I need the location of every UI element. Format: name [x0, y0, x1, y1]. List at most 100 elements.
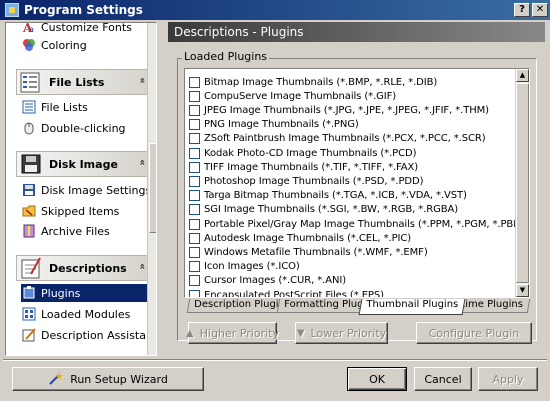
plugin-list-item[interactable]: Windows Metafile Thumbnails (*.WMF, *.EM…: [189, 245, 428, 259]
cancel-button[interactable]: Cancel: [414, 367, 472, 391]
plugin-list-item[interactable]: Bitmap Image Thumbnails (*.BMP, *.RLE, *…: [189, 75, 437, 89]
svg-text:a: a: [29, 25, 34, 34]
group-header-descriptions[interactable]: Descriptions «: [16, 255, 152, 281]
plugin-label: Targa Bitmap Thumbnails (*.TGA, *.ICB, *…: [204, 190, 467, 202]
plugin-checkbox[interactable]: [189, 232, 200, 244]
plugin-label: Photoshop Image Thumbnails (*.PSD, *.PDD…: [204, 175, 424, 187]
close-button[interactable]: ✕: [532, 3, 548, 17]
plugin-checkbox[interactable]: [189, 275, 200, 287]
plugin-checkbox[interactable]: [189, 147, 200, 159]
apply-button[interactable]: Apply: [478, 367, 538, 391]
disk-image-icon: [19, 152, 43, 176]
nav-item-file-lists[interactable]: File Lists: [22, 98, 146, 116]
plugin-list[interactable]: Bitmap Image Thumbnails (*.BMP, *.RLE, *…: [184, 68, 530, 298]
groupbox-label: Loaded Plugins: [182, 50, 270, 63]
plugin-checkbox[interactable]: [189, 289, 200, 297]
plugin-list-item[interactable]: Targa Bitmap Thumbnails (*.TGA, *.ICB, *…: [189, 189, 467, 203]
settings-navigation: Aa Customize Fonts Coloring File Lists «…: [5, 22, 157, 356]
plugin-list-item[interactable]: Icon Images (*.ICO): [189, 260, 300, 274]
font-icon: Aa: [22, 23, 36, 35]
color-palette-icon: [22, 38, 36, 52]
arrow-down-icon: ▼: [296, 327, 305, 339]
plugin-list-item[interactable]: TIFF Image Thumbnails (*.TIF, *.TIFF, *.…: [189, 160, 418, 174]
scroll-up-icon[interactable]: ▲: [516, 69, 529, 82]
scroll-down-icon[interactable]: ▼: [516, 284, 529, 297]
wizard-icon: [48, 371, 64, 388]
plugin-label: Portable Pixel/Gray Map Image Thumbnails…: [204, 218, 526, 230]
nav-item-plugins[interactable]: Plugins: [21, 284, 149, 302]
plugin-label: Cursor Images (*.CUR, *.ANI): [204, 275, 346, 287]
plugin-list-scrollbar-thumb[interactable]: [516, 83, 529, 283]
plugin-list-item[interactable]: SGI Image Thumbnails (*.SGI, *.BW, *.RGB…: [189, 203, 458, 217]
plugin-checkbox[interactable]: [189, 204, 200, 216]
plugin-checkbox[interactable]: [189, 104, 200, 116]
nav-item-loaded-modules[interactable]: Loaded Modules: [22, 305, 146, 323]
navigation-scrollbar-thumb[interactable]: [149, 143, 156, 233]
title-bar: Program Settings ? ✕: [0, 0, 550, 20]
archive-icon: [22, 224, 36, 238]
plugin-checkbox[interactable]: [189, 175, 200, 187]
plugin-list-item[interactable]: Encapsulated PostScript Files (*.EPS): [189, 288, 384, 298]
plugin-label: TIFF Image Thumbnails (*.TIF, *.TIFF, *.…: [204, 161, 419, 173]
skipped-items-icon: [22, 204, 36, 218]
higher-priority-button[interactable]: ▲ Higher Priority: [186, 322, 279, 344]
plugin-list-item[interactable]: CompuServe Image Thumbnails (*.GIF): [189, 89, 396, 103]
plugin-label: SGI Image Thumbnails (*.SGI, *.BW, *.RGB…: [204, 204, 459, 216]
help-button[interactable]: ?: [514, 3, 530, 17]
plugin-checkbox[interactable]: [189, 119, 200, 131]
collapse-chevron-icon[interactable]: «: [136, 77, 147, 83]
plugin-checkbox[interactable]: [189, 218, 200, 230]
plugin-list-item[interactable]: ZSoft Paintbrush Image Thumbnails (*.PCX…: [189, 132, 486, 146]
plugin-list-item[interactable]: Portable Pixel/Gray Map Image Thumbnails…: [189, 217, 526, 231]
window-title: Program Settings: [24, 3, 143, 17]
plugin-list-item[interactable]: Kodak Photo-CD Image Thumbnails (*.PCD): [189, 146, 416, 160]
plugin-list-item[interactable]: Autodesk Image Thumbnails (*.CEL, *.PIC): [189, 231, 411, 245]
plugin-label: Encapsulated PostScript Files (*.EPS): [204, 289, 384, 298]
plugin-checkbox[interactable]: [189, 90, 200, 102]
ok-button[interactable]: OK: [347, 367, 407, 391]
plugin-label: CompuServe Image Thumbnails (*.GIF): [204, 90, 397, 102]
lower-priority-button[interactable]: ▼ Lower Priority: [295, 322, 388, 344]
app-icon: [5, 3, 19, 17]
plugin-checkbox[interactable]: [189, 246, 200, 258]
collapse-chevron-icon[interactable]: «: [136, 159, 147, 165]
plugin-label: Bitmap Image Thumbnails (*.BMP, *.RLE, *…: [204, 76, 438, 88]
group-header-file-lists[interactable]: File Lists «: [16, 69, 152, 95]
plugin-checkbox[interactable]: [189, 261, 200, 273]
plugin-list-scrollbar[interactable]: ▲ ▼: [515, 69, 529, 297]
group-header-disk-image[interactable]: Disk Image «: [16, 151, 152, 177]
plugin-list-item[interactable]: PNG Image Thumbnails (*.PNG): [189, 118, 359, 132]
plugin-label: JPEG Image Thumbnails (*.JPG, *.JPE, *.J…: [204, 104, 489, 116]
nav-item-double-clicking[interactable]: Double-clicking: [22, 119, 146, 137]
arrow-up-icon: ▲: [186, 327, 194, 339]
plugin-label: Kodak Photo-CD Image Thumbnails (*.PCD): [204, 147, 417, 159]
configure-plugin-button[interactable]: Configure Plugin: [416, 322, 532, 344]
list-view-icon: [22, 100, 36, 114]
plugin-list-item[interactable]: Cursor Images (*.CUR, *.ANI): [189, 274, 346, 288]
content-panel: Descriptions - Plugins Loaded Plugins Bi…: [168, 22, 545, 356]
plugin-checkbox[interactable]: [189, 76, 200, 88]
plugin-icon: [22, 286, 36, 300]
plugin-checkbox[interactable]: [189, 161, 200, 173]
plugin-list-item[interactable]: Photoshop Image Thumbnails (*.PSD, *.PDD…: [189, 174, 424, 188]
nav-item-customize-fonts[interactable]: Aa Customize Fonts: [22, 23, 146, 36]
nav-item-description-assistant[interactable]: Description Assistant: [22, 326, 156, 344]
collapse-chevron-icon[interactable]: «: [136, 263, 147, 269]
nav-item-archive-files[interactable]: Archive Files: [22, 222, 146, 240]
nav-item-disk-image-settings[interactable]: Disk Image Settings: [22, 181, 151, 199]
plugin-checkbox[interactable]: [189, 133, 200, 145]
disk-settings-icon: [22, 183, 36, 197]
nav-item-skipped-items[interactable]: Skipped Items: [22, 202, 146, 220]
plugin-label: PNG Image Thumbnails (*.PNG): [204, 119, 359, 131]
run-setup-wizard-button[interactable]: Run Setup Wizard: [12, 367, 204, 391]
descriptions-icon: [19, 256, 43, 280]
modules-icon: [22, 307, 36, 321]
plugin-checkbox[interactable]: [189, 190, 200, 202]
plugin-label: ZSoft Paintbrush Image Thumbnails (*.PCX…: [204, 133, 486, 145]
tab-thumbnail-plugins[interactable]: Thumbnail Plugins: [358, 299, 466, 315]
navigation-scrollbar[interactable]: [147, 23, 156, 355]
plugin-list-item[interactable]: JPEG Image Thumbnails (*.JPG, *.JPE, *.J…: [189, 103, 489, 117]
plugin-label: Autodesk Image Thumbnails (*.CEL, *.PIC): [204, 232, 412, 244]
nav-item-coloring[interactable]: Coloring: [22, 36, 146, 54]
assistant-icon: [22, 328, 36, 342]
